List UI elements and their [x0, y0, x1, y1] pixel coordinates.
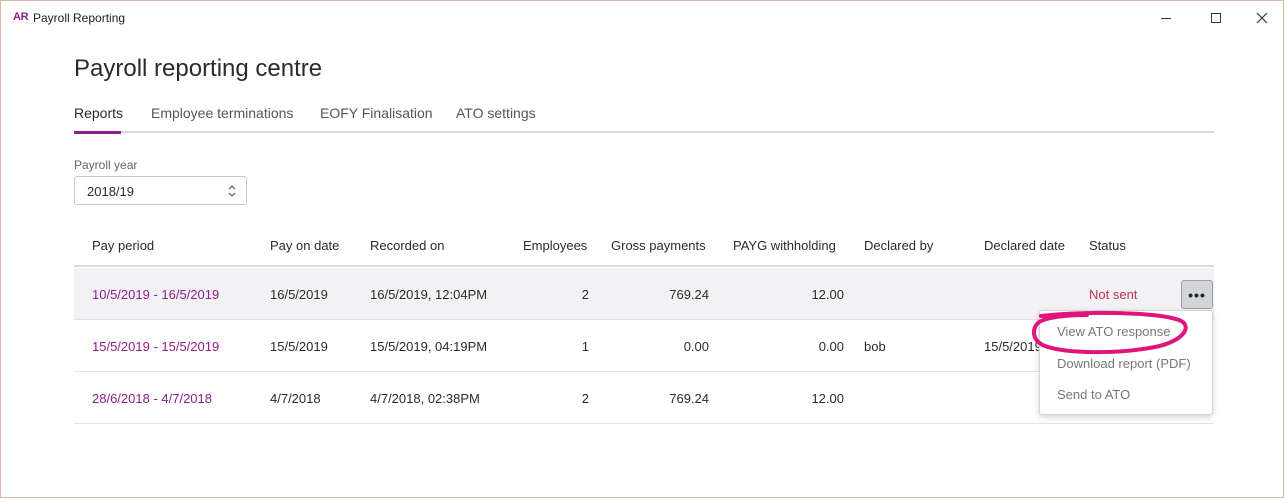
- column-header[interactable]: Pay period: [92, 238, 154, 253]
- pay-period-link[interactable]: 28/6/2018 - 4/7/2018: [92, 391, 212, 406]
- row-actions-menu: View ATO response Download report (PDF) …: [1039, 310, 1213, 415]
- column-header[interactable]: Employees: [523, 238, 587, 253]
- payg-withholding-cell: 0.00: [818, 339, 844, 354]
- employees-cell: 1: [581, 339, 589, 354]
- payg-withholding-cell: 12.00: [811, 287, 844, 302]
- payroll-year-select[interactable]: 2018/19: [74, 176, 247, 205]
- column-header[interactable]: PAYG withholding: [733, 238, 836, 253]
- column-header[interactable]: Declared by: [864, 238, 933, 253]
- payroll-year-label: Payroll year: [74, 158, 138, 172]
- tab-eofy-finalisation[interactable]: EOFY Finalisation: [320, 105, 433, 121]
- pay-period-link[interactable]: 15/5/2019 - 15/5/2019: [92, 339, 219, 354]
- table-header: Pay period Pay on date Recorded on Emplo…: [74, 226, 1214, 267]
- tab-employee-terminations[interactable]: Employee terminations: [151, 105, 293, 121]
- minimize-icon[interactable]: [1151, 6, 1181, 30]
- recorded-on-cell: 16/5/2019, 12:04PM: [370, 287, 488, 302]
- status-badge: Not sent: [1089, 287, 1138, 302]
- recorded-on-cell: 15/5/2019, 04:19PM: [370, 339, 488, 354]
- recorded-on-cell: 4/7/2018, 02:38PM: [370, 391, 480, 406]
- gross-payments-cell: 769.24: [669, 287, 709, 302]
- app-window: AR Payroll Reporting Payroll reporting c…: [0, 0, 1284, 498]
- employees-cell: 2: [581, 287, 589, 302]
- active-tab-indicator: [74, 131, 121, 134]
- column-header[interactable]: Status: [1089, 238, 1126, 253]
- column-header[interactable]: Recorded on: [370, 238, 444, 253]
- column-header[interactable]: Declared date: [984, 238, 1065, 253]
- payroll-year-value: 2018/19: [87, 184, 134, 199]
- column-header[interactable]: Gross payments: [611, 238, 706, 253]
- window-title: Payroll Reporting: [33, 11, 126, 25]
- gross-payments-cell: 0.00: [683, 339, 709, 354]
- updown-chevron-icon: [227, 182, 237, 200]
- page-title: Payroll reporting centre: [74, 55, 323, 82]
- pay-on-date-cell: 15/5/2019: [270, 339, 328, 354]
- more-options-button[interactable]: •••: [1181, 280, 1213, 309]
- tab-bar: Reports Employee terminations EOFY Final…: [74, 102, 1214, 134]
- pay-on-date-cell: 4/7/2018: [270, 391, 321, 406]
- menu-item-download-report[interactable]: Download report (PDF): [1057, 356, 1191, 371]
- more-options-icon: •••: [1188, 286, 1206, 303]
- tab-ato-settings[interactable]: ATO settings: [456, 105, 536, 121]
- menu-item-send-to-ato[interactable]: Send to ATO: [1057, 387, 1130, 402]
- pay-period-link[interactable]: 10/5/2019 - 16/5/2019: [92, 287, 219, 302]
- close-icon[interactable]: [1247, 6, 1277, 30]
- column-header[interactable]: Pay on date: [270, 238, 339, 253]
- employees-cell: 2: [581, 391, 589, 406]
- title-bar: AR Payroll Reporting: [1, 1, 1283, 35]
- declared-by-cell: bob: [864, 339, 886, 354]
- app-logo: AR: [13, 11, 29, 23]
- menu-item-view-ato-response[interactable]: View ATO response: [1057, 324, 1170, 339]
- maximize-icon[interactable]: [1201, 6, 1231, 30]
- payg-withholding-cell: 12.00: [811, 391, 844, 406]
- tab-reports[interactable]: Reports: [74, 105, 123, 121]
- pay-on-date-cell: 16/5/2019: [270, 287, 328, 302]
- declared-date-cell: 15/5/2019: [984, 339, 1042, 354]
- gross-payments-cell: 769.24: [669, 391, 709, 406]
